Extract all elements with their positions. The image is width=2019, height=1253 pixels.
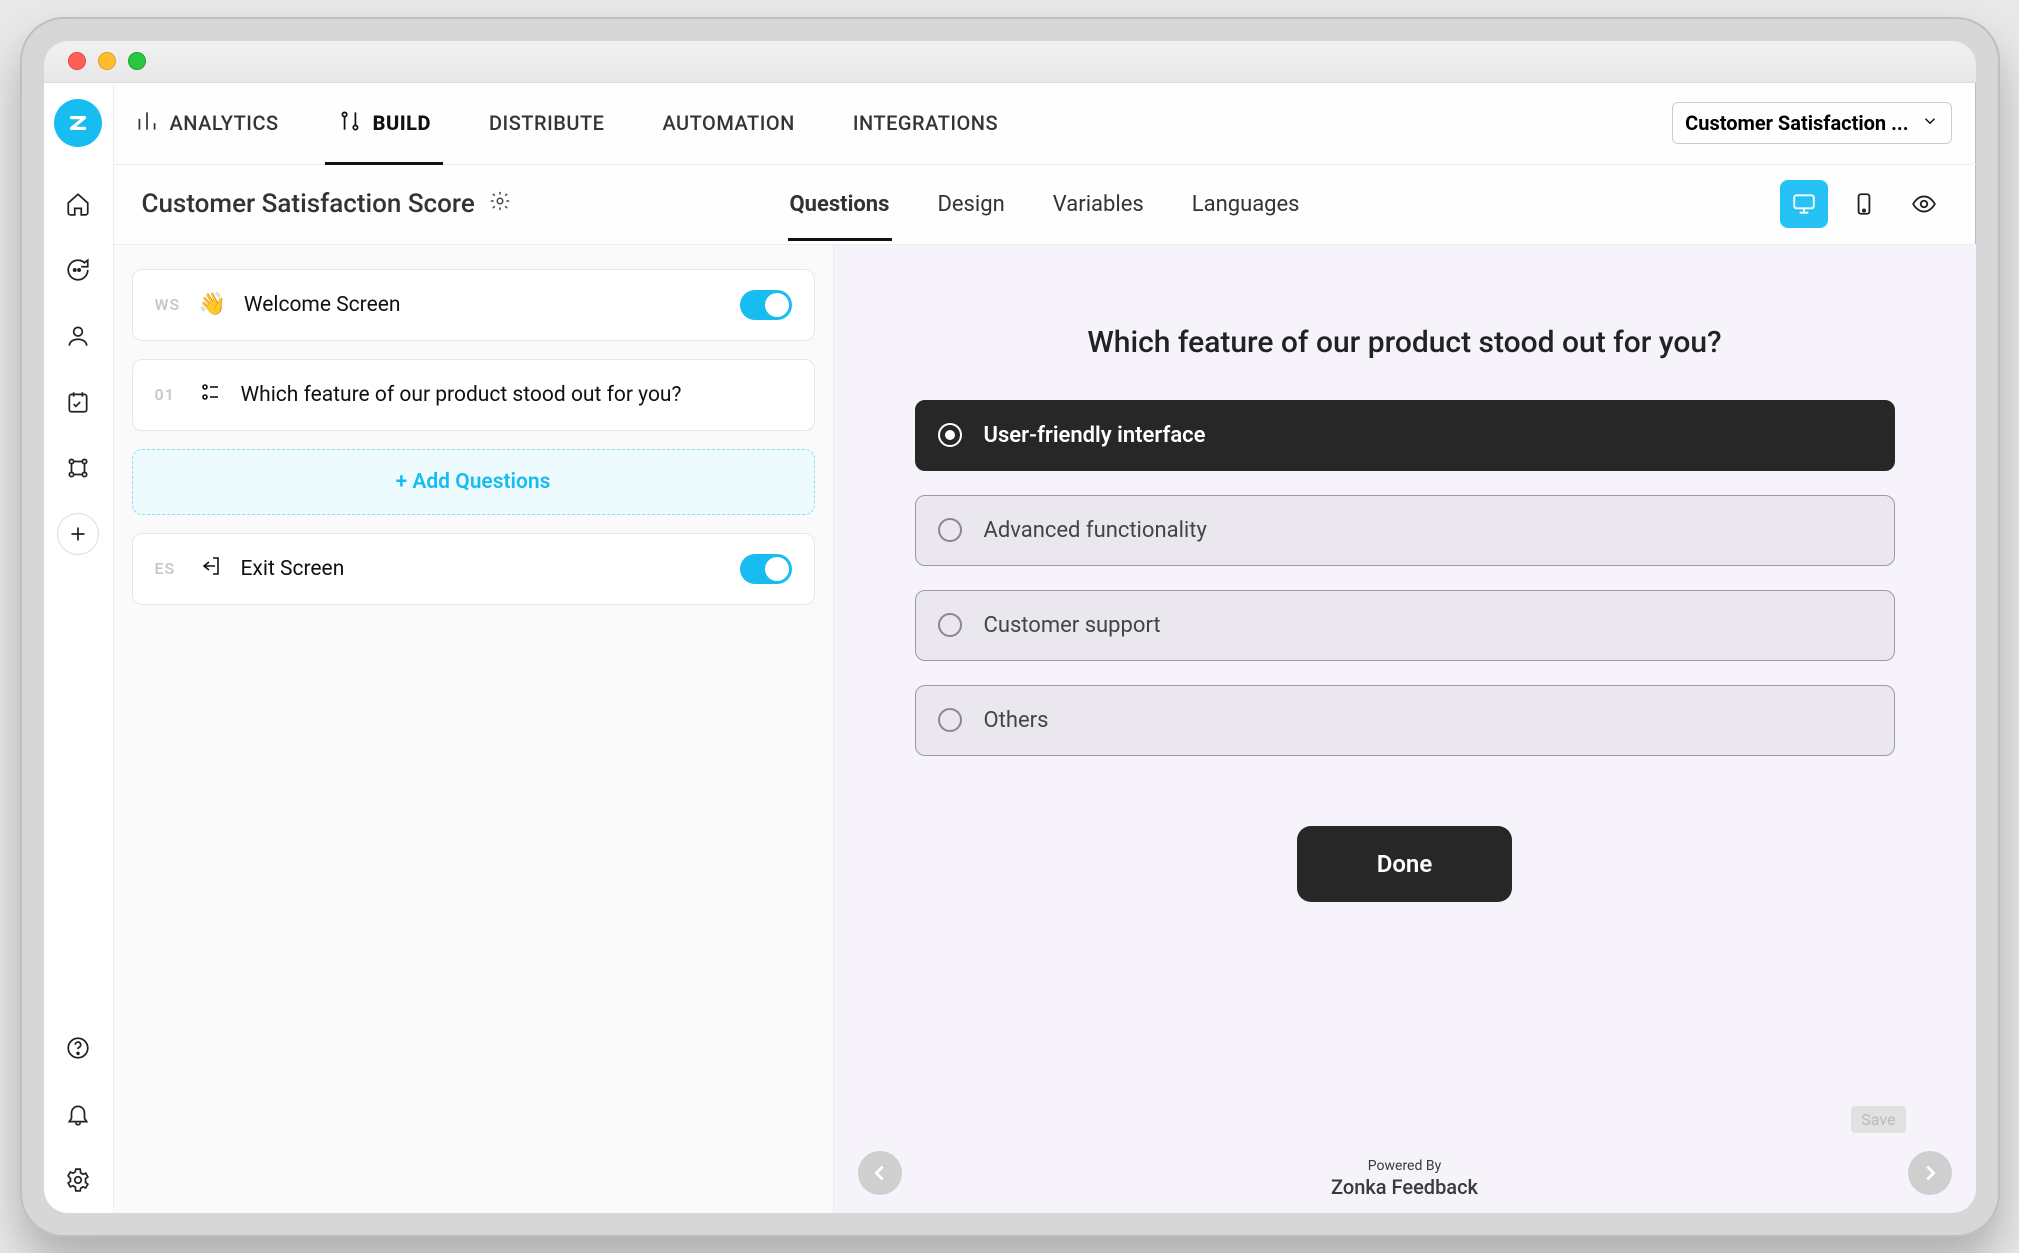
tab-label: DISTRIBUTE xyxy=(489,111,604,135)
survey-selector-label: Customer Satisfaction ... xyxy=(1685,111,1908,135)
option-2[interactable]: Advanced functionality xyxy=(915,495,1895,566)
nav-settings-icon[interactable] xyxy=(57,1159,99,1201)
tab-label: BUILD xyxy=(373,111,431,135)
exit-toggle[interactable] xyxy=(740,554,792,584)
radio-icon xyxy=(938,423,962,447)
preview-prev-button[interactable] xyxy=(858,1151,902,1195)
add-question-button[interactable]: + Add Questions xyxy=(132,449,815,515)
preview-options: User-friendly interface Advanced functio… xyxy=(915,400,1895,756)
window-close-dot[interactable] xyxy=(68,52,86,70)
subtab-questions[interactable]: Questions xyxy=(787,168,891,241)
survey-settings-icon[interactable] xyxy=(489,189,511,219)
survey-selector[interactable]: Customer Satisfaction ... xyxy=(1672,102,1951,144)
card-label: Exit Screen xyxy=(241,557,722,581)
option-3[interactable]: Customer support xyxy=(915,590,1895,661)
view-desktop-icon[interactable] xyxy=(1780,180,1828,228)
radio-icon xyxy=(938,518,962,542)
card-label: Welcome Screen xyxy=(244,293,722,317)
question-list-panel: WS 👋 Welcome Screen 01 Which feature of … xyxy=(114,245,834,1213)
tab-build[interactable]: BUILD xyxy=(325,82,443,165)
radio-icon xyxy=(938,708,962,732)
tab-label: ANALYTICS xyxy=(170,111,279,135)
card-index: 01 xyxy=(155,385,181,404)
nav-notifications-icon[interactable] xyxy=(57,1093,99,1135)
preview-question: Which feature of our product stood out f… xyxy=(1087,325,1721,360)
card-index: ES xyxy=(155,559,181,578)
done-button[interactable]: Done xyxy=(1297,826,1513,902)
window-zoom-dot[interactable] xyxy=(128,52,146,70)
preview-panel: Which feature of our product stood out f… xyxy=(834,245,1976,1213)
powered-by: Powered By Zonka Feedback xyxy=(1331,1158,1478,1199)
tab-integrations[interactable]: INTEGRATIONS xyxy=(841,85,1010,161)
card-label: Which feature of our product stood out f… xyxy=(241,383,792,407)
option-1[interactable]: User-friendly interface xyxy=(915,400,1895,471)
nav-tasks-icon[interactable] xyxy=(57,381,99,423)
subtab-variables[interactable]: Variables xyxy=(1051,168,1146,241)
option-4[interactable]: Others xyxy=(915,685,1895,756)
powered-label: Powered By xyxy=(1331,1158,1478,1175)
subtab-design[interactable]: Design xyxy=(935,168,1006,241)
welcome-screen-card[interactable]: WS 👋 Welcome Screen xyxy=(132,269,815,341)
nav-feedback-icon[interactable] xyxy=(57,249,99,291)
option-label: Others xyxy=(984,708,1049,733)
survey-title-text: Customer Satisfaction Score xyxy=(142,189,475,219)
view-mobile-icon[interactable] xyxy=(1840,180,1888,228)
exit-screen-card[interactable]: ES Exit Screen xyxy=(132,533,815,605)
tab-label: INTEGRATIONS xyxy=(853,111,998,135)
nav-add-icon[interactable] xyxy=(57,513,99,555)
builder-header: Customer Satisfaction Score Questions De… xyxy=(114,165,1976,245)
add-question-label: + Add Questions xyxy=(396,470,551,494)
chevron-down-icon xyxy=(1921,111,1939,135)
subtab-languages[interactable]: Languages xyxy=(1190,168,1302,241)
option-label: User-friendly interface xyxy=(984,423,1206,448)
nav-help-icon[interactable] xyxy=(57,1027,99,1069)
nav-workflows-icon[interactable] xyxy=(57,447,99,489)
wave-icon: 👋 xyxy=(199,292,226,317)
nav-contacts-icon[interactable] xyxy=(57,315,99,357)
survey-title: Customer Satisfaction Score xyxy=(142,189,511,219)
build-icon xyxy=(337,108,363,139)
left-rail xyxy=(44,83,114,1213)
nav-home-icon[interactable] xyxy=(57,183,99,225)
welcome-toggle[interactable] xyxy=(740,290,792,320)
tab-analytics[interactable]: ANALYTICS xyxy=(122,82,291,165)
analytics-icon xyxy=(134,108,160,139)
multiple-choice-icon xyxy=(199,380,223,410)
tab-automation[interactable]: AUTOMATION xyxy=(650,85,806,161)
card-index: WS xyxy=(155,295,181,314)
builder-subtabs: Questions Design Variables Languages xyxy=(787,168,1301,241)
option-label: Customer support xyxy=(984,613,1161,638)
preview-next-button[interactable] xyxy=(1908,1151,1952,1195)
view-controls xyxy=(1780,180,1948,228)
save-chip[interactable]: Save xyxy=(1851,1106,1905,1133)
top-nav: ANALYTICS BUILD DISTRIBUTE AUTOMATION xyxy=(114,83,1976,165)
window-titlebar xyxy=(44,41,1976,83)
view-preview-icon[interactable] xyxy=(1900,180,1948,228)
powered-brand: Zonka Feedback xyxy=(1331,1175,1478,1199)
question-card[interactable]: 01 Which feature of our product stood ou… xyxy=(132,359,815,431)
exit-icon xyxy=(199,554,223,584)
tab-label: AUTOMATION xyxy=(662,111,794,135)
tab-distribute[interactable]: DISTRIBUTE xyxy=(477,85,616,161)
window-minimize-dot[interactable] xyxy=(98,52,116,70)
radio-icon xyxy=(938,613,962,637)
option-label: Advanced functionality xyxy=(984,518,1207,543)
brand-logo[interactable] xyxy=(54,99,102,147)
